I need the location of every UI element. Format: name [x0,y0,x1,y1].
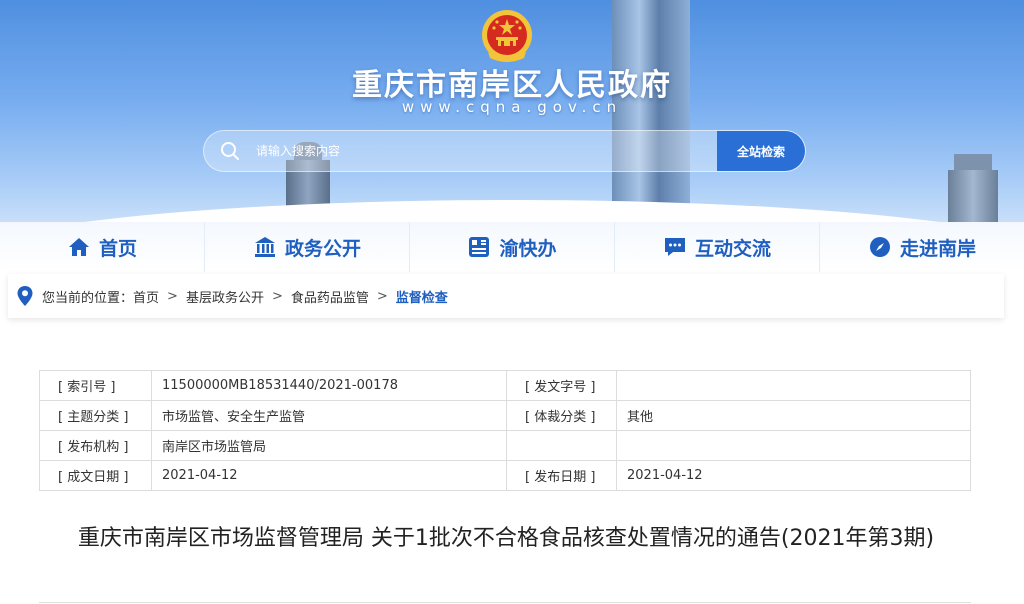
site-search-button[interactable]: 全站检索 [717,131,805,171]
service-grid-icon [467,235,491,259]
meta-key: [ 索引号 ] [39,370,152,401]
search-icon[interactable] [204,131,256,171]
breadcrumb-link-food-drug[interactable]: 食品药品监管 [291,287,369,306]
search-bar: 全站检索 [203,130,806,172]
divider [39,602,971,603]
nav-item-government-affairs[interactable]: 政务公开 [205,222,410,272]
main-nav: 首页 政务公开 渝快办 互动交流 走进南岸 [0,222,1024,272]
meta-key: [ 体裁分类 ] [506,400,617,431]
meta-value: 2021-04-12 [151,460,507,491]
meta-value: 11500000MB18531440/2021-00178 [151,370,507,401]
breadcrumb-link-grassroots[interactable]: 基层政务公开 [186,287,264,306]
meta-key: [ 发布机构 ] [39,430,152,461]
breadcrumb-prefix: 您当前的位置： [42,290,134,306]
compass-icon [868,235,892,259]
meta-key [506,430,617,461]
breadcrumb-separator: > [167,288,178,304]
table-row: [ 索引号 ] 11500000MB18531440/2021-00178 [ … [39,370,971,401]
nav-item-label: 互动交流 [694,237,771,260]
nav-item-interaction[interactable]: 互动交流 [615,222,820,272]
table-row: [ 主题分类 ] 市场监管、安全生产监管 [ 体裁分类 ] 其他 [39,400,971,431]
nav-item-home[interactable]: 首页 [0,222,205,272]
nav-item-about-nanan[interactable]: 走进南岸 [820,222,1024,272]
government-building-icon [253,235,277,259]
meta-value [616,430,971,461]
meta-value: 2021-04-12 [616,460,971,491]
national-emblem-icon [482,10,532,62]
breadcrumb-separator: > [271,288,283,304]
breadcrumb-link-home[interactable]: 首页 [133,287,159,306]
building-illustration [948,154,998,230]
breadcrumb-current[interactable]: 监督检查 [396,287,448,306]
table-row: [ 成文日期 ] 2021-04-12 [ 发布日期 ] 2021-04-12 [39,460,971,491]
site-url: www.cqna.gov.cn [401,98,623,116]
meta-key: [ 成文日期 ] [39,460,152,491]
table-row: [ 发布机构 ] 南岸区市场监管局 [39,430,971,461]
document-meta-table: [ 索引号 ] 11500000MB18531440/2021-00178 [ … [39,370,971,491]
meta-value [616,370,971,401]
article-title: 重庆市南岸区市场监督管理局 关于1批次不合格食品核查处置情况的通告(2021年第… [77,526,935,551]
meta-key: [ 发文字号 ] [506,370,617,401]
meta-value: 南岸区市场监管局 [151,430,507,461]
home-icon [67,235,91,259]
chat-icon [663,235,687,259]
header-banner: 重庆市南岸区人民政府 www.cqna.gov.cn 全站检索 [0,0,1024,260]
nav-item-label: 走进南岸 [899,237,976,260]
meta-value: 其他 [616,400,971,431]
nav-item-label: 首页 [98,237,137,260]
breadcrumb: 您当前的位置： 首页 > 基层政务公开 > 食品药品监管 > 监督检查 [8,274,1004,318]
breadcrumb-separator: > [376,288,388,304]
meta-key: [ 主题分类 ] [39,400,152,431]
meta-key: [ 发布日期 ] [506,460,617,491]
nav-item-label: 政务公开 [284,237,361,260]
meta-value: 市场监管、安全生产监管 [151,400,507,431]
nav-item-label: 渝快办 [499,237,557,260]
nav-item-yukuaiban[interactable]: 渝快办 [410,222,615,272]
location-pin-icon [16,285,34,307]
search-input[interactable] [256,131,717,171]
